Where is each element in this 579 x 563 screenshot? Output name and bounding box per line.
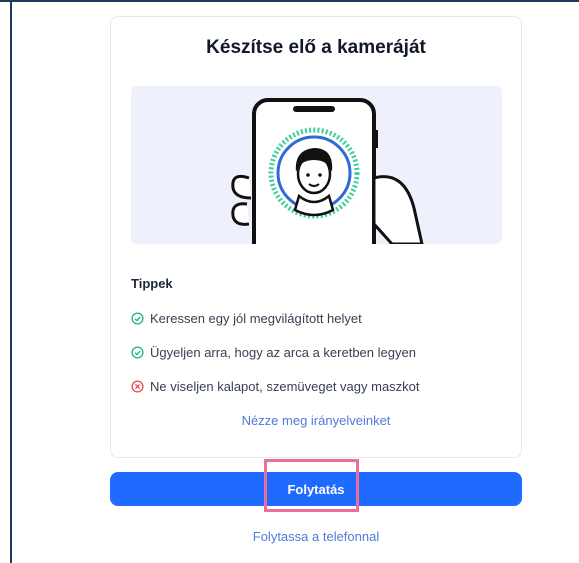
window-border-left xyxy=(10,0,12,563)
tips-heading: Tippek xyxy=(131,276,173,291)
tip-text: Ne viseljen kalapot, szemüveget vagy mas… xyxy=(150,379,420,394)
hand-holding-phone-icon xyxy=(231,98,424,244)
camera-prep-card: Készítse elő a kameráját Tippek Keressen… xyxy=(110,16,522,458)
page-title: Készítse elő a kameráját xyxy=(206,37,426,58)
window-border-top xyxy=(0,0,579,2)
continue-button[interactable]: Folytatás xyxy=(110,472,522,506)
tip-item: Keressen egy jól megvilágított helyet xyxy=(131,311,362,326)
tip-item: Ügyeljen arra, hogy az arca a keretben l… xyxy=(131,345,416,360)
tip-item: Ne viseljen kalapot, szemüveget vagy mas… xyxy=(131,379,420,394)
check-circle-icon xyxy=(131,346,144,359)
check-circle-icon xyxy=(131,312,144,325)
continue-on-phone-link[interactable]: Folytassa a telefonnal xyxy=(110,529,522,544)
phone-selfie-illustration xyxy=(131,86,502,244)
tip-text: Keressen egy jól megvilágított helyet xyxy=(150,311,362,326)
tip-text: Ügyeljen arra, hogy az arca a keretben l… xyxy=(150,345,416,360)
guidelines-link[interactable]: Nézze meg irányelveinket xyxy=(111,413,521,428)
x-circle-icon xyxy=(131,380,144,393)
